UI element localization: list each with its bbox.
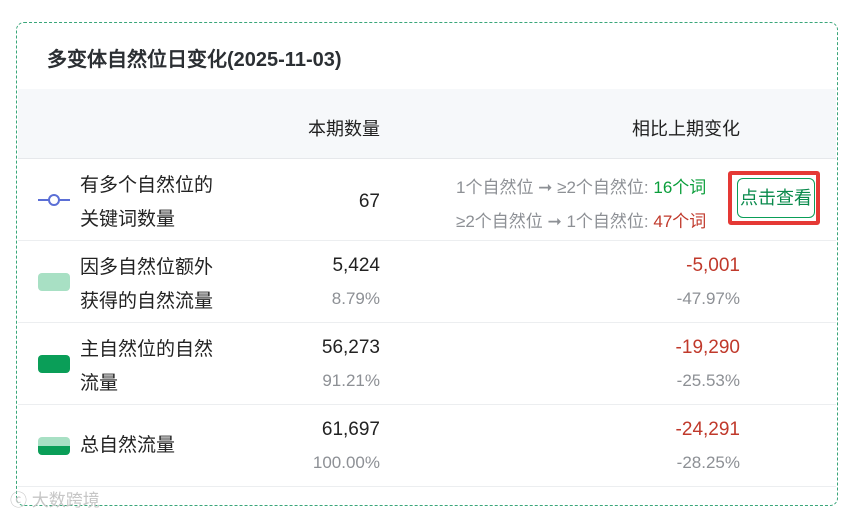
row-change: -5,001: [686, 255, 740, 276]
row-change: -19,290: [675, 337, 740, 358]
daily-change-card: 多变体自然位日变化(2025-11-03) 本期数量 相比上期变化 有多个自然位…: [16, 22, 838, 506]
transition-down: ≥2个自然位 ➞ 1个自然位: 47个词: [456, 212, 707, 231]
header-change-vs-previous: 相比上期变化: [632, 119, 740, 139]
row-label: 总自然流量: [80, 435, 176, 456]
table-row: 总自然流量 61,697 100.00% -24,291 -28.25%: [18, 405, 836, 487]
transition-details: 1个自然位 ➞ ≥2个自然位: 16个词 ≥2个自然位 ➞ 1个自然位: 47个…: [456, 159, 732, 241]
transition-up: 1个自然位 ➞ ≥2个自然位: 16个词: [456, 178, 707, 197]
table-row: 有多个自然位的关键词数量 67 1个自然位 ➞ ≥2个自然位: 16个词 ≥2个…: [18, 159, 836, 241]
row-change: -24,291: [675, 419, 740, 440]
table-row: 主自然位的自然流量 56,273 91.21% -19,290 -25.53%: [18, 323, 836, 405]
watermark-logo-icon: ⓒ: [10, 491, 27, 510]
row-value: 5,424: [332, 255, 380, 276]
row-value: 61,697: [321, 419, 380, 440]
row-percent: 100.00%: [312, 453, 380, 472]
row-change-percent: -47.97%: [676, 289, 740, 308]
legend-swatch-stacked: [38, 437, 70, 455]
row-value: 67: [358, 191, 380, 212]
line-circle-marker-icon: [38, 191, 70, 209]
watermark: ⓒ 大数跨境: [10, 486, 100, 511]
row-percent: 8.79%: [331, 289, 380, 308]
row-label: 有多个自然位的关键词数量: [80, 175, 214, 230]
table-header: 本期数量 相比上期变化: [18, 89, 836, 159]
row-value: 56,273: [321, 337, 380, 358]
view-details-button[interactable]: 点击查看: [737, 178, 815, 218]
header-current-count: 本期数量: [308, 119, 380, 139]
legend-swatch-dark-green: [38, 355, 70, 373]
row-label: 主自然位的自然流量: [80, 339, 214, 394]
row-change-percent: -25.53%: [676, 371, 740, 390]
card-title: 多变体自然位日变化(2025-11-03): [47, 49, 342, 71]
legend-swatch-light-green: [38, 273, 70, 291]
row-percent: 91.21%: [322, 371, 380, 390]
table-row: 因多自然位额外获得的自然流量 5,424 8.79% -5,001 -47.97…: [18, 241, 836, 323]
row-label: 因多自然位额外获得的自然流量: [80, 257, 214, 312]
row-change-percent: -28.25%: [676, 453, 740, 472]
